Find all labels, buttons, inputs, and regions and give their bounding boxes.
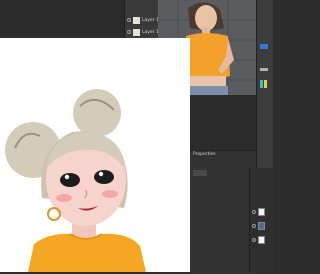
layer-thumbnail <box>258 235 265 244</box>
layer-thumbnail <box>133 28 140 36</box>
eye-icon[interactable] <box>252 237 256 242</box>
properties-panel-title: Properties <box>193 152 216 157</box>
layers-panel-secondary <box>249 168 273 272</box>
eye-icon[interactable] <box>127 18 131 22</box>
layer-row[interactable] <box>252 206 271 217</box>
layer-thumbnail <box>258 221 265 230</box>
girl-illustration <box>5 89 146 272</box>
eye-icon[interactable] <box>252 209 256 214</box>
layers-panel: Layer 1 Layer 1 <box>124 0 161 40</box>
layer-name: Layer 1 <box>142 17 159 23</box>
eye-icon[interactable] <box>252 223 256 228</box>
canvas[interactable] <box>0 38 190 272</box>
layer-name: Layer 1 <box>142 29 159 35</box>
eye-icon[interactable] <box>127 30 131 34</box>
properties-panel: Properties <box>190 150 256 273</box>
layer-thumbnail <box>133 16 140 24</box>
properties-tab[interactable] <box>193 170 207 176</box>
layer-row[interactable] <box>252 234 271 245</box>
layer-row[interactable]: Layer 1 <box>127 27 160 37</box>
layer-thumbnail <box>258 207 265 216</box>
layer-row[interactable] <box>252 220 271 231</box>
layer-row[interactable]: Layer 1 <box>127 15 160 25</box>
